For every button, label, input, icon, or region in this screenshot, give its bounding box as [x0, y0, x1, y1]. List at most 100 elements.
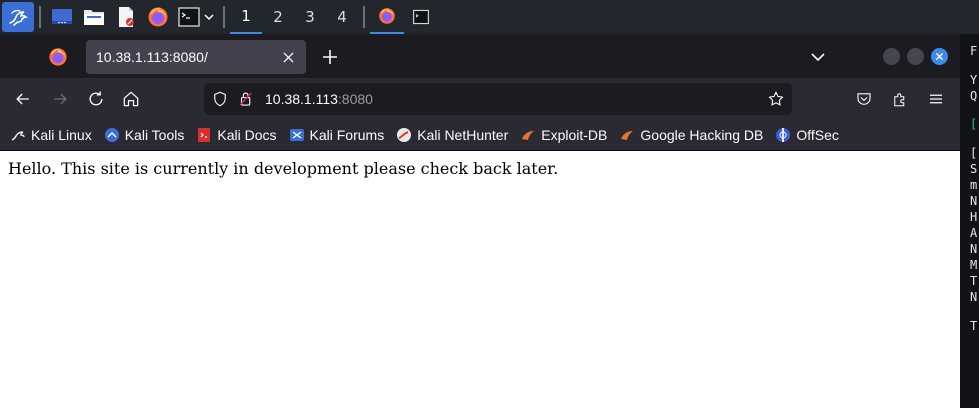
page-content: Hello. This site is currently in develop… — [0, 150, 960, 408]
bookmark-label: Exploit-DB — [541, 127, 608, 143]
bookmark-google-hacking-db[interactable]: Google Hacking DB — [619, 123, 763, 147]
kali-tools-icon — [104, 127, 120, 143]
firefox-view-button[interactable] — [48, 47, 68, 67]
terminal-char: S — [970, 162, 978, 176]
close-icon — [282, 51, 294, 63]
task-terminal[interactable] — [404, 0, 438, 34]
insecure-lock-icon[interactable] — [234, 87, 258, 111]
terminal-char: T — [970, 319, 978, 333]
home-icon — [123, 91, 139, 107]
terminal-launcher-button[interactable] — [174, 0, 218, 34]
home-button[interactable] — [119, 87, 143, 111]
kali-docs-icon — [196, 127, 212, 143]
page-message: Hello. This site is currently in develop… — [8, 159, 559, 178]
terminal-icon — [178, 7, 200, 27]
bookmark-label: Kali Tools — [124, 127, 185, 143]
firefox-icon — [49, 48, 67, 66]
bookmark-label: OffSec — [796, 127, 839, 143]
show-desktop-button[interactable] — [46, 0, 78, 34]
terminal-char: T — [970, 274, 978, 288]
desktop-icon — [52, 9, 72, 24]
forward-button[interactable] — [48, 87, 72, 111]
terminal-icon — [413, 9, 429, 25]
url-bar[interactable]: 10.38.1.113:8080 — [204, 83, 792, 115]
bookmark-kali-docs[interactable]: Kali Docs — [196, 123, 277, 147]
ghdb-icon — [619, 127, 635, 143]
hamburger-menu-icon — [930, 94, 942, 104]
reload-button[interactable] — [84, 87, 108, 111]
kali-dragon-icon — [9, 9, 28, 26]
terminal-window-edge[interactable]: F Y Q [ [ S m N H A N M T N T — [960, 34, 979, 408]
terminal-char: H — [970, 210, 978, 224]
taskbar-separator — [39, 6, 41, 28]
tab-bar: 10.38.1.113:8080/ — [0, 34, 960, 78]
arrow-right-icon — [54, 93, 67, 105]
taskbar-separator — [363, 6, 365, 28]
close-icon — [935, 52, 944, 61]
bookmark-star-button[interactable] — [764, 87, 788, 111]
arrow-left-icon — [16, 93, 29, 105]
terminal-char: [ — [970, 146, 978, 160]
list-all-tabs-button[interactable] — [806, 45, 830, 69]
pocket-button[interactable] — [852, 87, 876, 111]
terminal-char: A — [970, 226, 978, 240]
bookmark-kali-nethunter[interactable]: Kali NetHunter — [396, 123, 508, 147]
text-editor-button[interactable] — [110, 0, 142, 34]
back-button[interactable] — [11, 87, 35, 111]
workspace-4[interactable]: 4 — [326, 0, 358, 34]
bookmark-kali-tools[interactable]: Kali Tools — [104, 123, 185, 147]
bookmark-label: Kali NetHunter — [417, 127, 509, 143]
terminal-char: Q — [970, 89, 978, 103]
workspace-2[interactable]: 2 — [262, 0, 294, 34]
taskbar-separator — [223, 6, 225, 28]
terminal-char: F — [970, 44, 978, 58]
text-editor-icon — [119, 7, 134, 27]
star-icon — [768, 91, 784, 106]
minimize-button[interactable] — [883, 48, 900, 65]
terminal-char: m — [970, 178, 978, 192]
kali-forums-icon — [289, 127, 305, 143]
extensions-button[interactable] — [888, 87, 912, 111]
kali-dragon-icon — [10, 127, 26, 143]
bookmark-kali-linux[interactable]: Kali Linux — [10, 123, 92, 147]
url-port: :8080 — [337, 91, 373, 107]
url-text[interactable]: 10.38.1.113:8080 — [265, 91, 373, 107]
offsec-icon — [775, 127, 791, 143]
workspace-1[interactable]: 1 — [230, 0, 262, 34]
tab-close-button[interactable] — [276, 45, 300, 69]
reload-icon — [89, 91, 103, 106]
new-tab-button[interactable] — [318, 45, 342, 69]
bookmark-label: Kali Linux — [31, 127, 92, 143]
app-menu-button[interactable] — [924, 87, 948, 111]
task-firefox[interactable] — [370, 0, 404, 34]
bookmark-kali-forums[interactable]: Kali Forums — [289, 123, 384, 147]
firefox-window: 10.38.1.113:8080/ 10.38.1.113:8080 Kali … — [0, 34, 960, 408]
bookmark-label: Kali Docs — [217, 127, 277, 143]
kali-menu-button[interactable] — [2, 2, 34, 32]
chevron-down-icon — [204, 14, 214, 21]
bookmarks-toolbar: Kali Linux Kali Tools Kali Docs Kali For… — [0, 120, 960, 150]
workspace-3[interactable]: 3 — [294, 0, 326, 34]
plus-icon — [323, 50, 337, 64]
terminal-char: M — [970, 258, 978, 272]
tab-active[interactable]: 10.38.1.113:8080/ — [86, 40, 306, 74]
pocket-icon — [857, 93, 871, 105]
url-host: 10.38.1.113 — [265, 91, 338, 107]
terminal-char: Y — [970, 73, 978, 87]
terminal-char: N — [970, 290, 978, 304]
bookmark-exploit-db[interactable]: Exploit-DB — [520, 123, 607, 147]
firefox-icon — [148, 7, 168, 27]
bookmark-offsec[interactable]: OffSec — [775, 123, 839, 147]
window-close-button[interactable] — [931, 48, 948, 65]
puzzle-icon — [894, 93, 905, 107]
navigation-toolbar: 10.38.1.113:8080 — [0, 78, 960, 120]
exploit-db-icon — [520, 127, 536, 143]
bookmark-label: Google Hacking DB — [640, 127, 764, 143]
firefox-launcher-button[interactable] — [142, 0, 174, 34]
tab-title: 10.38.1.113:8080/ — [96, 49, 208, 65]
maximize-button[interactable] — [907, 48, 924, 65]
folder-icon — [84, 10, 104, 25]
file-manager-button[interactable] — [78, 0, 110, 34]
tracking-protection-shield-icon[interactable] — [208, 87, 232, 111]
terminal-char: N — [970, 242, 978, 256]
